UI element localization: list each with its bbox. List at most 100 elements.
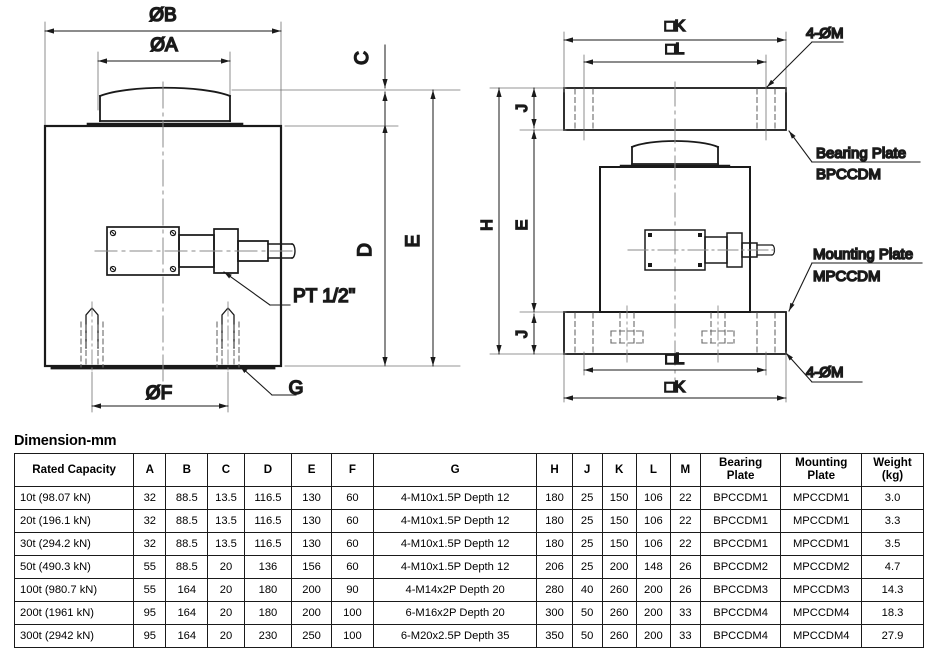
cell-k: 150: [601, 509, 637, 533]
label-d: D: [355, 243, 376, 257]
cell-f: 100: [330, 601, 374, 625]
cell-weight: 3.0: [861, 486, 924, 510]
cell-e: 130: [291, 486, 332, 510]
cell-f: 90: [330, 578, 374, 602]
label-mounting-plate-code: MPCCDM: [813, 268, 881, 285]
th-g: G: [372, 453, 538, 487]
th-b: B: [165, 453, 209, 487]
cell-weight: 3.5: [861, 532, 924, 556]
th-bearing-plate-line2: Plate: [726, 469, 755, 482]
cell-b: 88.5: [165, 532, 209, 556]
cell-f: 60: [330, 532, 374, 556]
technical-drawing-area: ØB ØA PT 1/2" G ØF C D E □K □L 4-ØM Bear…: [0, 0, 938, 430]
cell-d: 180: [243, 578, 293, 602]
cell-f: 60: [330, 555, 374, 579]
cell-weight: 3.3: [861, 509, 924, 533]
cell-m: 33: [669, 624, 701, 648]
cell-c: 13.5: [207, 532, 245, 556]
th-weight-line2: (kg): [881, 469, 904, 482]
cell-l: 106: [635, 486, 671, 510]
cell-h: 280: [536, 578, 573, 602]
cell-a: 32: [133, 532, 167, 556]
cell-e: 130: [291, 509, 332, 533]
th-weight: Weight (kg): [861, 453, 924, 487]
cell-j: 25: [571, 509, 603, 533]
cell-d: 116.5: [243, 486, 293, 510]
label-diameter-b: ØB: [149, 5, 176, 26]
cell-j: 40: [571, 578, 603, 602]
cell-c: 20: [207, 624, 245, 648]
label-j-top: J: [514, 104, 531, 112]
th-l: L: [635, 453, 671, 487]
th-h: H: [536, 453, 573, 487]
cell-l: 200: [635, 578, 671, 602]
cell-h: 180: [536, 532, 573, 556]
cell-mounting-plate: MPCCDM1: [780, 486, 863, 510]
cell-m: 22: [669, 486, 701, 510]
table-row: 50t (490.3 kN) 55 88.5 20 136 156 60 4-M10x1.5P…: [13, 555, 924, 579]
th-k: K: [601, 453, 637, 487]
cell-a: 55: [133, 578, 167, 602]
label-e-right-view: E: [514, 220, 531, 231]
cell-m: 22: [669, 509, 701, 533]
cell-g: 4-M10x1.5P Depth 12: [372, 532, 538, 556]
cell-j: 50: [571, 601, 603, 625]
cell-weight: 4.7: [861, 555, 924, 579]
cell-mounting-plate: MPCCDM2: [780, 555, 863, 579]
cell-d: 180: [243, 601, 293, 625]
cell-m: 22: [669, 532, 701, 556]
cell-b: 164: [165, 601, 209, 625]
th-j: J: [571, 453, 603, 487]
cell-g: 6-M20x2.5P Depth 35: [372, 624, 538, 648]
right-assembly-view: □K □L 4-ØM Bearing Plate BPCCDM Mounting…: [478, 17, 923, 403]
cell-a: 55: [133, 555, 167, 579]
table-row: 300t (2942 kN) 95 164 20 230 250 100 6-M20x2.5P…: [13, 624, 924, 648]
cell-h: 180: [536, 509, 573, 533]
cell-g: 4-M10x1.5P Depth 12: [372, 486, 538, 510]
table-row: 30t (294.2 kN) 32 88.5 13.5 116.5 130 60 4-M10x…: [13, 532, 924, 556]
label-square-k-bottom: □K: [665, 379, 686, 396]
cell-m: 33: [669, 601, 701, 625]
th-e: E: [291, 453, 332, 487]
cell-rated-capacity: 300t (2942 kN): [13, 624, 135, 648]
label-holes-bottom: 4-ØM: [806, 364, 844, 381]
cell-rated-capacity: 10t (98.07 kN): [13, 486, 135, 510]
label-bearing-plate-name: Bearing Plate: [816, 145, 906, 162]
cell-bearing-plate: BPCCDM1: [699, 509, 782, 533]
cell-j: 25: [571, 486, 603, 510]
table-body: 10t (98.07 kN) 32 88.5 13.5 116.5 130 60 4-M10x…: [13, 486, 924, 648]
cell-j: 25: [571, 532, 603, 556]
label-square-k-top: □K: [665, 18, 686, 35]
cell-j: 25: [571, 555, 603, 579]
cell-e: 200: [291, 578, 332, 602]
leader-holes-top: [766, 41, 844, 88]
cell-bearing-plate: BPCCDM4: [699, 624, 782, 648]
th-d: D: [243, 453, 293, 487]
cell-g: 4-M14x2P Depth 20: [372, 578, 538, 602]
cell-mounting-plate: MPCCDM3: [780, 578, 863, 602]
cell-bearing-plate: BPCCDM1: [699, 486, 782, 510]
cell-h: 206: [536, 555, 573, 579]
cell-c: 20: [207, 578, 245, 602]
cell-weight: 18.3: [861, 601, 924, 625]
label-g: G: [289, 378, 304, 399]
cell-a: 32: [133, 509, 167, 533]
cell-b: 88.5: [165, 509, 209, 533]
cell-bearing-plate: BPCCDM2: [699, 555, 782, 579]
cell-a: 95: [133, 624, 167, 648]
cell-k: 150: [601, 532, 637, 556]
cell-mounting-plate: MPCCDM1: [780, 509, 863, 533]
cell-d: 136: [243, 555, 293, 579]
cell-bearing-plate: BPCCDM4: [699, 601, 782, 625]
cell-rated-capacity: 30t (294.2 kN): [13, 532, 135, 556]
cell-weight: 14.3: [861, 578, 924, 602]
drawing-page: ØB ØA PT 1/2" G ØF C D E □K □L 4-ØM Bear…: [0, 0, 938, 653]
th-f: F: [330, 453, 374, 487]
cell-b: 88.5: [165, 555, 209, 579]
cell-l: 200: [635, 624, 671, 648]
label-c: C: [352, 51, 373, 65]
cell-m: 26: [669, 578, 701, 602]
cell-e: 200: [291, 601, 332, 625]
cell-h: 300: [536, 601, 573, 625]
cell-mounting-plate: MPCCDM4: [780, 601, 863, 625]
